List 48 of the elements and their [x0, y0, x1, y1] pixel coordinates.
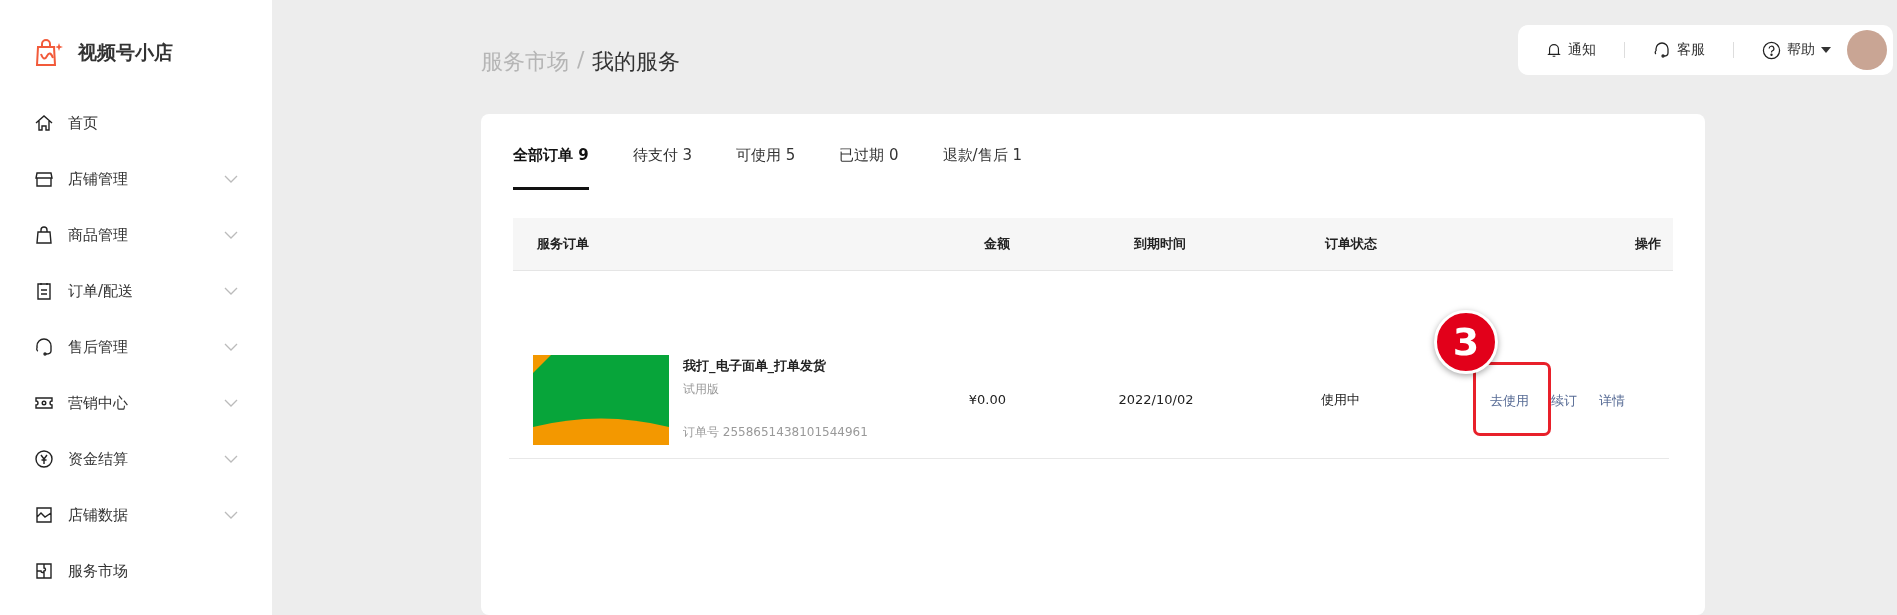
- notifications-button[interactable]: 通知: [1546, 37, 1596, 63]
- expiry-date: 2022/10/02: [1117, 392, 1195, 407]
- shop-name: 视频号小店: [78, 40, 173, 65]
- action-link[interactable]: 续订: [1551, 392, 1577, 408]
- sidebar-item[interactable]: 订单/配送: [34, 263, 238, 319]
- home-icon: [34, 113, 54, 133]
- tab[interactable]: 可使用 5: [736, 146, 796, 190]
- sidebar-item[interactable]: 资金结算: [34, 431, 238, 487]
- tab[interactable]: 退款/售后 1: [942, 146, 1022, 190]
- column-header: 订单状态: [1324, 235, 1378, 253]
- avatar[interactable]: [1847, 30, 1887, 70]
- puzzle-icon: [34, 561, 54, 581]
- yuan-coin-icon: [34, 449, 54, 469]
- tab[interactable]: 全部订单 9: [513, 146, 589, 190]
- edition-label: 试用版: [683, 380, 720, 398]
- tab[interactable]: 已过期 0: [839, 146, 899, 190]
- shopping-bag-logo-icon: [34, 38, 64, 68]
- bell-icon: [1546, 42, 1562, 58]
- order-number: 订单号 2558651438101544961: [683, 423, 868, 441]
- store-icon: [34, 169, 54, 189]
- sidebar-item[interactable]: 店铺管理: [34, 151, 238, 207]
- column-header: 服务订单: [537, 235, 590, 253]
- headset-icon: [1653, 41, 1671, 59]
- sidebar-item[interactable]: 首页: [34, 95, 238, 151]
- breadcrumb-separator: /: [577, 47, 585, 74]
- customer-service-button[interactable]: 客服: [1653, 37, 1705, 63]
- chart-icon: [34, 505, 54, 525]
- help-icon: [1762, 40, 1781, 60]
- bag-icon: [34, 225, 54, 245]
- help-button[interactable]: 帮助: [1762, 36, 1831, 64]
- sidebar-item[interactable]: 售后管理: [34, 319, 238, 375]
- order-status: 使用中: [1320, 390, 1361, 409]
- sidebar-item[interactable]: 商品管理: [34, 207, 238, 263]
- action-link[interactable]: 详情: [1599, 392, 1625, 408]
- page-title: 我的服务: [592, 48, 681, 76]
- service-name: 我打_电子面单_打单发货: [683, 356, 827, 375]
- clipboard-icon: [34, 281, 54, 301]
- sidebar-item[interactable]: 服务市场: [34, 543, 238, 599]
- sidebar-item[interactable]: 营销中心: [34, 375, 238, 431]
- sidebar-item[interactable]: 店铺数据: [34, 487, 238, 543]
- headset-icon: [34, 337, 54, 357]
- column-header: 到期时间: [1133, 235, 1187, 253]
- amount-text: ¥0.00: [967, 392, 1006, 407]
- column-header: 金额: [983, 235, 1010, 253]
- tab[interactable]: 待支付 3: [632, 146, 692, 190]
- column-header: 操作: [1634, 235, 1661, 253]
- caret-down-icon: [1821, 47, 1831, 53]
- action-link[interactable]: 去使用: [1490, 392, 1529, 408]
